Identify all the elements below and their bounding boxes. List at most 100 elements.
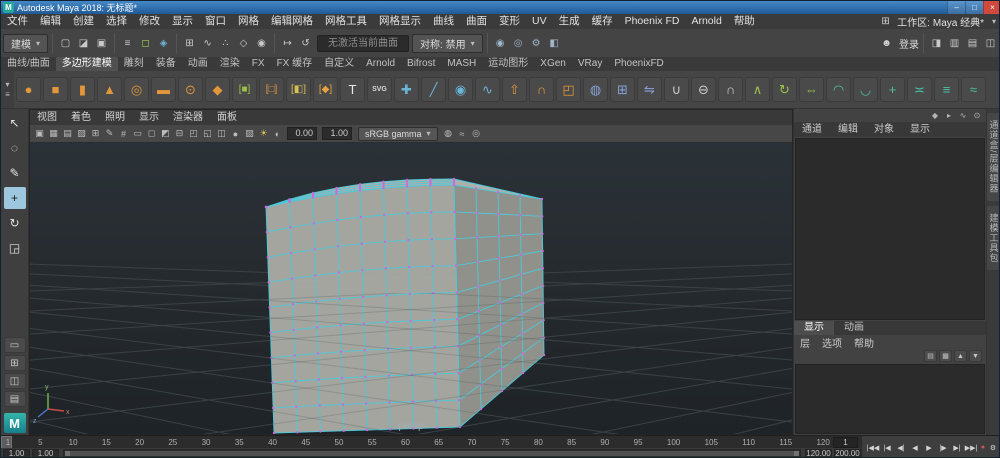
menu-set-selector[interactable]: 建模 bbox=[3, 33, 49, 53]
poly-plane-icon[interactable]: ▬ bbox=[151, 77, 176, 102]
save-scene-icon[interactable]: ▣ bbox=[93, 34, 110, 52]
timeline-tick[interactable]: 105 bbox=[705, 438, 718, 447]
time-slider[interactable]: 1 5 10 15 20 25 30 35 40 45 50 55 60 65 70 75 80 85 90 95 10… bbox=[1, 435, 999, 449]
render-frame-icon[interactable]: ◉ bbox=[492, 34, 509, 52]
input-connections-icon[interactable]: ↦ bbox=[279, 34, 296, 52]
mirror-icon[interactable]: ⇋ bbox=[637, 77, 662, 102]
range-slider-range[interactable] bbox=[65, 451, 799, 456]
channel-box-menu-item[interactable]: 对象 bbox=[866, 122, 902, 137]
shelf-tab[interactable]: FX 缓存 bbox=[271, 57, 319, 71]
select-object-icon[interactable]: ◻ bbox=[137, 34, 154, 52]
symmetrize-icon[interactable]: ⇔ bbox=[799, 77, 824, 102]
select-hierarchy-icon[interactable]: ≡ bbox=[119, 34, 136, 52]
layer-move-up-icon[interactable]: ▲ bbox=[954, 350, 967, 362]
scale-tool-icon[interactable]: ◲ bbox=[4, 237, 26, 259]
boolean-union-icon[interactable]: ∪ bbox=[664, 77, 689, 102]
sculpt-pinch-icon[interactable]: ≍ bbox=[907, 77, 932, 102]
workspace-selector[interactable]: ⊞ 工作区: Maya 经典* bbox=[877, 13, 999, 31]
select-component-icon[interactable]: ◈ bbox=[155, 34, 172, 52]
go-to-end-icon[interactable]: ▶▶| bbox=[964, 437, 978, 458]
isolate-select-icon[interactable]: ◎ bbox=[470, 127, 483, 141]
menu-item[interactable]: 显示 bbox=[166, 14, 199, 29]
append-face-icon[interactable]: ◰ bbox=[556, 77, 581, 102]
step-back-key-icon[interactable]: |◀ bbox=[880, 437, 894, 458]
layer-new-from-selected-icon[interactable]: ▦ bbox=[939, 350, 952, 362]
shelf-tab[interactable]: VRay bbox=[572, 57, 608, 71]
sidebar-tool-settings-icon[interactable]: ▥ bbox=[946, 34, 963, 52]
shelf-tab[interactable]: 曲线/曲面 bbox=[1, 57, 56, 71]
timeline-tick[interactable]: 5 bbox=[36, 438, 44, 447]
menu-item[interactable]: 帮助 bbox=[728, 14, 761, 29]
select-tool-icon[interactable]: ↖ bbox=[4, 112, 26, 134]
menu-item[interactable]: 文件 bbox=[1, 14, 34, 29]
motion-blur-icon[interactable]: ≈ bbox=[456, 127, 469, 141]
connect-icon[interactable]: ∿ bbox=[475, 77, 500, 102]
menu-item[interactable]: 变形 bbox=[493, 14, 526, 29]
layout-single-icon[interactable]: ▭ bbox=[3, 337, 26, 353]
lasso-tool-icon[interactable]: ◌ bbox=[4, 137, 26, 159]
timeline-tick[interactable]: 65 bbox=[434, 438, 443, 447]
menu-item[interactable]: 编辑网格 bbox=[265, 14, 319, 29]
layout-split-icon[interactable]: ◫ bbox=[3, 373, 26, 389]
menu-item[interactable]: 网格显示 bbox=[373, 14, 427, 29]
sidebar-modeling-toolkit-icon[interactable]: ◫ bbox=[982, 34, 999, 52]
symmetry-selector[interactable]: 对称: 禁用 bbox=[412, 33, 483, 53]
range-slider-track[interactable] bbox=[63, 449, 801, 457]
timeline-tick[interactable]: 80 bbox=[534, 438, 543, 447]
auto-key-icon[interactable]: ● bbox=[978, 437, 988, 458]
timeline-tick[interactable]: 75 bbox=[501, 438, 510, 447]
bevel-icon[interactable]: [◆] bbox=[313, 77, 338, 102]
timeline-tick[interactable]: 15 bbox=[102, 438, 111, 447]
camera-lock-icon[interactable]: ▣ bbox=[33, 127, 46, 141]
image-plane-icon[interactable]: ▧ bbox=[75, 127, 88, 141]
boolean-difference-icon[interactable]: ⊖ bbox=[691, 77, 716, 102]
rotate-tool-icon[interactable]: ↻ bbox=[4, 212, 26, 234]
shelf-tab[interactable]: 渲染 bbox=[214, 57, 246, 71]
timeline-tick[interactable]: 1 bbox=[4, 438, 12, 447]
current-time-field[interactable]: 1 bbox=[833, 437, 858, 448]
layer-editor-tab[interactable]: 动画 bbox=[834, 321, 874, 335]
channel-hyperbolic-icon[interactable]: ∿ bbox=[957, 110, 969, 121]
textured-mode-icon[interactable]: ▨ bbox=[243, 127, 256, 141]
layer-move-down-icon[interactable]: ▼ bbox=[969, 350, 982, 362]
menu-item[interactable]: 选择 bbox=[100, 14, 133, 29]
channel-speed-icon[interactable]: ▸ bbox=[943, 110, 955, 121]
menu-item[interactable]: UV bbox=[526, 14, 553, 29]
field-chart-icon[interactable]: ⊟ bbox=[173, 127, 186, 141]
timeline-tick[interactable]: 100 bbox=[667, 438, 680, 447]
timeline-tick[interactable]: 85 bbox=[567, 438, 576, 447]
timeline-tick[interactable]: 110 bbox=[742, 438, 755, 447]
channel-box-menu-item[interactable]: 编辑 bbox=[830, 122, 866, 137]
quad-draw-icon[interactable]: ✚ bbox=[394, 77, 419, 102]
menu-item[interactable]: 网格工具 bbox=[319, 14, 373, 29]
resolution-gate-icon[interactable]: ◻ bbox=[145, 127, 158, 141]
viewport-canvas-svg[interactable]: yxz bbox=[30, 143, 792, 434]
multi-cut-icon[interactable]: ╱ bbox=[421, 77, 446, 102]
menu-item[interactable]: 生成 bbox=[553, 14, 586, 29]
viewport-canvas[interactable]: yxz persp bbox=[30, 143, 792, 434]
render-settings-icon[interactable]: ⚙ bbox=[528, 34, 545, 52]
svg-tool-icon[interactable]: SVG bbox=[367, 77, 392, 102]
play-backwards-icon[interactable]: ◀ bbox=[908, 437, 922, 458]
film-gate-icon[interactable]: ▭ bbox=[131, 127, 144, 141]
timeline-tick[interactable]: 50 bbox=[335, 438, 344, 447]
timeline-tick[interactable]: 70 bbox=[467, 438, 476, 447]
menu-item[interactable]: 修改 bbox=[133, 14, 166, 29]
channel-pin-icon[interactable]: ⊙ bbox=[971, 110, 983, 121]
range-slider-handle-right[interactable] bbox=[794, 451, 799, 456]
timeline-tick[interactable]: 30 bbox=[202, 438, 211, 447]
menu-item[interactable]: 曲线 bbox=[427, 14, 460, 29]
subdivide-icon[interactable]: ⊞ bbox=[610, 77, 635, 102]
step-back-frame-icon[interactable]: ◀| bbox=[894, 437, 908, 458]
paint-select-tool-icon[interactable]: ✎ bbox=[4, 162, 26, 184]
layer-list[interactable] bbox=[795, 364, 985, 434]
timeline-tick[interactable]: 45 bbox=[301, 438, 310, 447]
gamma-field[interactable]: 1.00 bbox=[322, 127, 352, 140]
layer-new-empty-icon[interactable]: ▤ bbox=[924, 350, 937, 362]
viewport-menu-item[interactable]: 显示 bbox=[132, 110, 166, 125]
active-surface-field[interactable]: 无激活当前曲面 bbox=[317, 34, 410, 52]
crease-icon[interactable]: ∧ bbox=[745, 77, 770, 102]
shelf-tab[interactable]: 雕刻 bbox=[118, 57, 150, 71]
smooth-shade-icon[interactable]: ● bbox=[229, 127, 242, 141]
shelf-tab[interactable]: 运动图形 bbox=[482, 57, 534, 71]
